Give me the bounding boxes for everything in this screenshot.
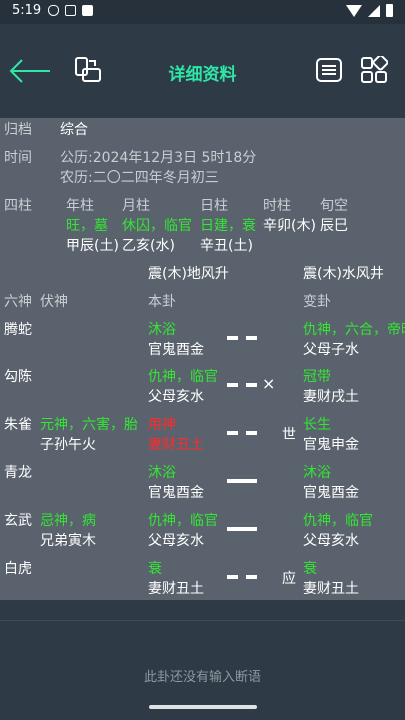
- bian-yao-name: 官鬼酉金: [303, 485, 359, 501]
- signal-icon: [368, 4, 380, 17]
- fu-state: 忌神，病: [40, 513, 96, 529]
- col-bengua: 本卦: [148, 294, 176, 310]
- bian-yao-name: 父母亥水: [303, 533, 359, 549]
- yin-line: [227, 383, 257, 387]
- ben-state: 用神: [148, 417, 176, 433]
- status-notification-icons: [48, 5, 93, 16]
- wifi-icon: [346, 4, 362, 17]
- yang-line: [227, 527, 257, 531]
- time-label: 时间: [4, 150, 32, 166]
- ben-yao-name: 官鬼酉金: [148, 485, 204, 501]
- liushen-name: 青龙: [4, 465, 32, 481]
- pillar-year-state: 旺，墓: [66, 218, 108, 234]
- bian-state: 长生: [303, 417, 331, 433]
- status-bar: 5:19: [0, 0, 405, 24]
- liushen-name: 勾陈: [4, 369, 32, 385]
- fu-state: 元神，六害，胎: [40, 417, 138, 433]
- judgement-area: 此卦还没有输入断语: [0, 600, 405, 720]
- divider: [0, 620, 405, 621]
- bian-state: 冠带: [303, 369, 331, 385]
- pillar-year-head: 年柱: [66, 198, 94, 214]
- page-title: 详细资料: [168, 65, 237, 85]
- xunkong-value: 辰巳: [320, 218, 348, 234]
- no-judgement-hint[interactable]: 此卦还没有输入断语: [0, 666, 405, 685]
- archive-label: 归档: [4, 122, 32, 138]
- grid-icon[interactable]: [360, 56, 388, 84]
- col-biangua: 变卦: [303, 294, 331, 310]
- ben-yao-name: 父母亥水: [148, 533, 204, 549]
- ben-yao-name: 官鬼酉金: [148, 342, 204, 358]
- ben-yao-name: 父母亥水: [148, 389, 204, 405]
- lunar-date: 农历:二〇二四年冬月初三: [60, 170, 219, 186]
- pillar-day-state: 日建，衰: [200, 218, 256, 234]
- ben-yao-name: 妻财丑土: [148, 581, 204, 597]
- col-fushen: 伏神: [40, 294, 68, 310]
- bian-state: 衰: [303, 561, 317, 577]
- bian-yao-name: 妻财丑土: [303, 581, 359, 597]
- moving-line-mark: ×: [262, 374, 276, 393]
- bian-yao-name: 妻财戌土: [303, 389, 359, 405]
- pillar-year-ganzhi: 甲辰(土): [66, 238, 119, 254]
- ben-state: 沐浴: [148, 465, 176, 481]
- pillar-month-ganzhi: 乙亥(水): [122, 238, 175, 254]
- bian-yao-name: 官鬼申金: [303, 437, 359, 453]
- liushen-name: 白虎: [4, 561, 32, 577]
- ying-mark: 应: [282, 571, 296, 587]
- battery-icon: [386, 4, 393, 17]
- ben-gua-name: 震(木)地风升: [148, 266, 229, 282]
- liushen-name: 玄武: [4, 513, 32, 529]
- bian-yao-name: 父母子水: [303, 342, 359, 358]
- four-pillars-label: 四柱: [4, 198, 32, 214]
- shi-mark: 世: [282, 427, 296, 443]
- shield-icon: [48, 5, 59, 16]
- ben-yao-name: 妻财丑土: [148, 437, 204, 453]
- status-time: 5:19: [12, 3, 42, 18]
- bian-gua-name: 震(木)水风井: [303, 266, 384, 282]
- ben-state: 仇神，临官: [148, 513, 218, 529]
- bian-state: 仇神，临官: [303, 513, 373, 529]
- bian-state: 仇神，六合，帝旺: [303, 322, 405, 338]
- pillar-hour-ganzhi: 辛卯(木): [263, 218, 316, 234]
- xunkong-head: 旬空: [320, 198, 348, 214]
- gregorian-date: 公历:2024年12月3日 5时18分: [60, 150, 257, 166]
- yin-line: [227, 336, 257, 340]
- window-icon: [65, 5, 76, 16]
- pillar-month-head: 月柱: [122, 198, 150, 214]
- pillar-month-state: 休囚，临官: [122, 218, 192, 234]
- col-liushen: 六神: [4, 294, 32, 310]
- yin-line: [227, 575, 257, 579]
- pillar-hour-head: 时柱: [263, 198, 291, 214]
- archive-value: 综合: [60, 122, 88, 138]
- gesture-nav-handle[interactable]: [149, 705, 257, 709]
- detail-panel: 归档 综合 时间 公历:2024年12月3日 5时18分 农历:二〇二四年冬月初…: [0, 118, 405, 600]
- pillar-day-head: 日柱: [200, 198, 228, 214]
- liushen-name: 腾蛇: [4, 322, 32, 338]
- pillar-day-ganzhi: 辛丑(土): [200, 238, 253, 254]
- liushen-name: 朱雀: [4, 417, 32, 433]
- list-icon[interactable]: [316, 58, 342, 82]
- sdcard-icon: [82, 5, 93, 16]
- bian-state: 沐浴: [303, 465, 331, 481]
- status-system-icons: [346, 4, 393, 17]
- fu-yao-name: 兄弟寅木: [40, 533, 96, 549]
- yin-line: [227, 431, 257, 435]
- ben-state: 仇神，临官: [148, 369, 218, 385]
- app-bar: 详细资料: [0, 24, 405, 118]
- fu-yao-name: 子孙午火: [40, 437, 96, 453]
- ben-state: 沐浴: [148, 322, 176, 338]
- ben-state: 衰: [148, 561, 162, 577]
- yang-line: [227, 479, 257, 483]
